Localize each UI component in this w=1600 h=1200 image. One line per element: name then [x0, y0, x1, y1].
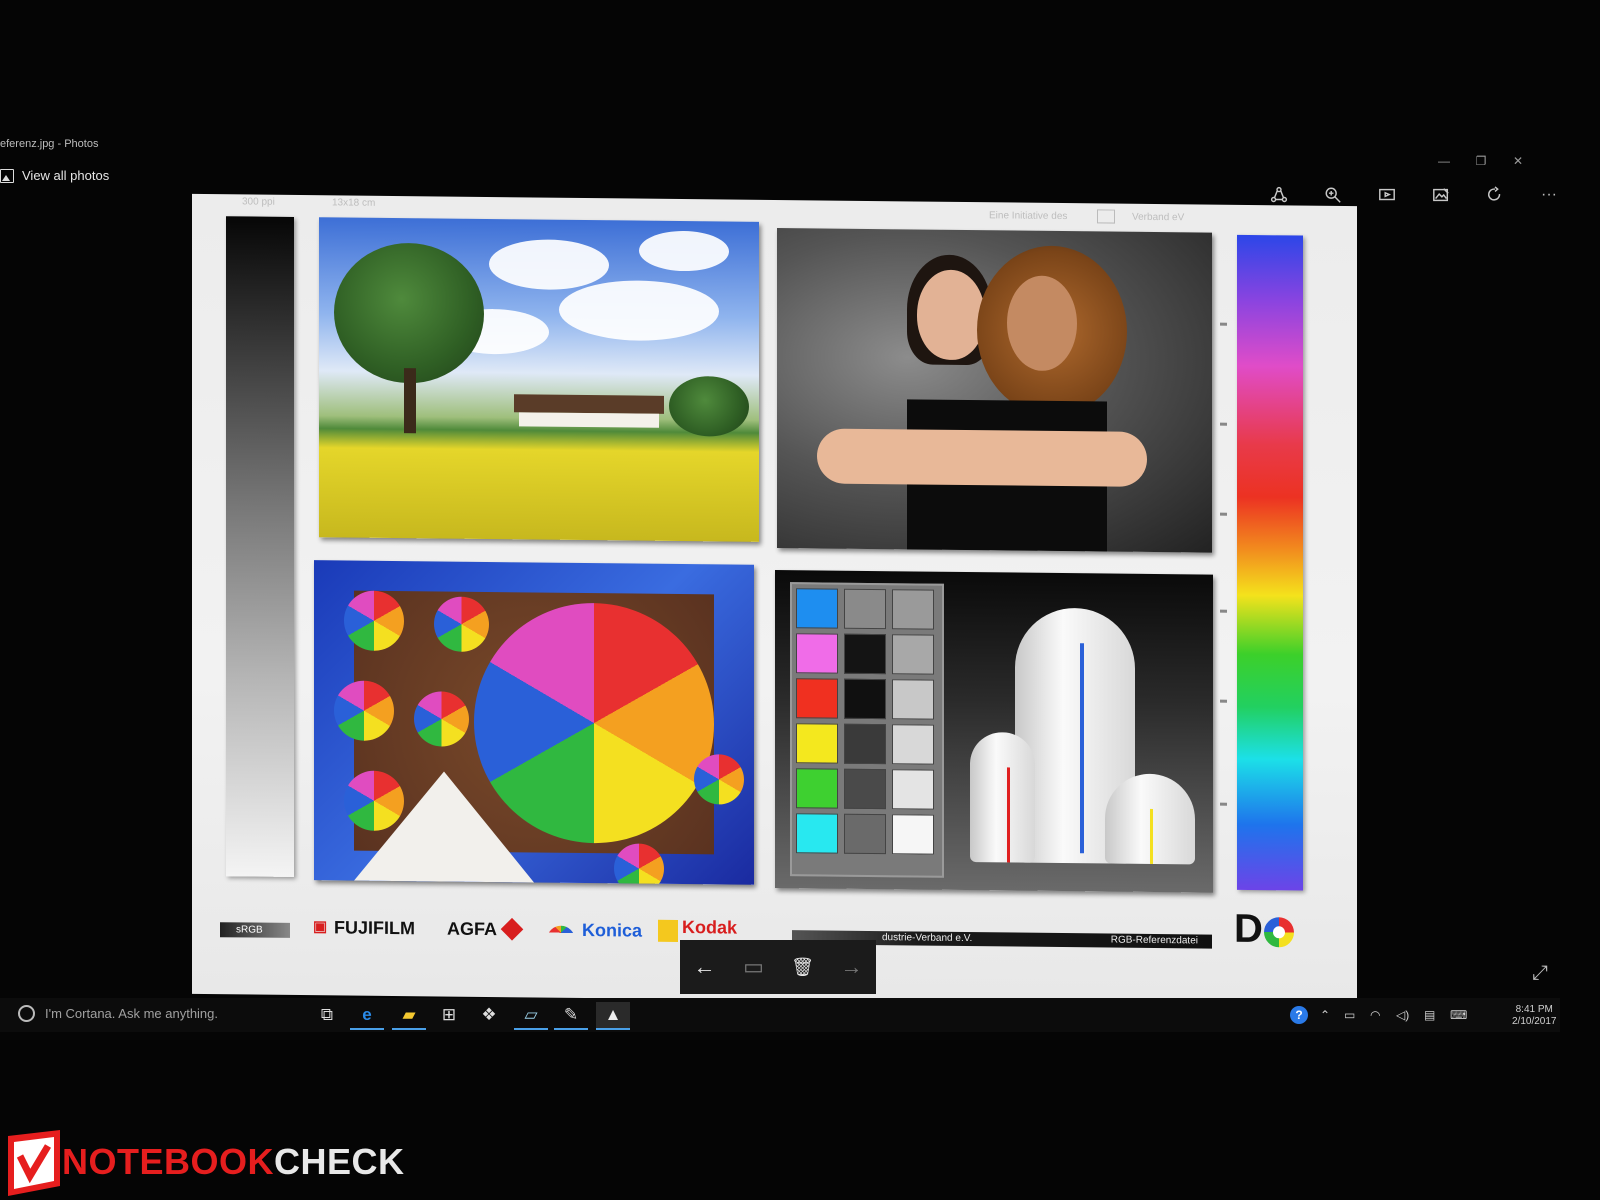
more-icon: ···: [1541, 186, 1557, 203]
verband-label: Verband eV: [1132, 211, 1185, 224]
agfa-rhombus: [500, 917, 524, 941]
do-logo-ring: [1264, 917, 1294, 948]
color-swatch: [844, 588, 886, 630]
konica-mark: [547, 925, 575, 940]
store-icon[interactable]: ⊞: [432, 1002, 466, 1028]
more-button[interactable]: ···: [1522, 182, 1576, 208]
portrait-photo: [777, 228, 1212, 553]
displayed-image: 300 ppi 13x18 cm Eine Initiative des Ver…: [192, 193, 1357, 1007]
color-swatch: [892, 814, 934, 855]
minimize-button[interactable]: —: [1431, 154, 1457, 168]
do-logo: D: [1234, 906, 1263, 952]
greyscale-gradient: [226, 216, 294, 877]
color-checker-photo: [775, 570, 1213, 893]
agfa-logo: AGFA: [447, 918, 498, 940]
cortana-placeholder: I'm Cortana. Ask me anything.: [45, 1006, 219, 1021]
zoom-button[interactable]: [1306, 182, 1360, 208]
verband-logo: [1097, 209, 1115, 224]
photos-app-icon[interactable]: ▲: [596, 1002, 630, 1030]
konica-logo: Konica: [582, 919, 643, 941]
file-explorer-icon[interactable]: ▰: [392, 1002, 426, 1030]
color-swatch: [892, 769, 934, 810]
ppi-label: 300 ppi: [242, 196, 275, 208]
cortana-search-box[interactable]: I'm Cortana. Ask me anything.: [18, 1005, 218, 1022]
spectrum-gradient: [1237, 234, 1303, 891]
rotate-button[interactable]: [1468, 182, 1522, 208]
color-swatch: [796, 723, 838, 764]
initiative-label: Eine Initiative des: [989, 210, 1068, 223]
landscape-photo: [319, 217, 759, 542]
taskbar-clock[interactable]: 8:41 PM 2/10/2017: [1512, 1004, 1557, 1028]
slideshow-icon[interactable]: ▭: [734, 947, 774, 987]
fujifilm-logo: FUJIFILM: [334, 917, 415, 939]
color-swatch: [892, 724, 934, 765]
color-checker-panel: [790, 582, 944, 878]
paint-app-icon[interactable]: ✎: [554, 1002, 588, 1030]
kodak-logo: Kodak: [682, 917, 738, 938]
notes-app-icon[interactable]: ▱: [514, 1002, 548, 1030]
color-swatch: [796, 768, 838, 809]
pinwheel-photo: [314, 560, 754, 885]
banner-right-text: RGB-Referenzdatei: [1110, 934, 1198, 947]
color-swatch: [844, 723, 886, 765]
view-all-photos-link[interactable]: View all photos: [0, 168, 109, 183]
photos-icon: [0, 168, 14, 183]
navigation-overlay: ← ▭ 🗑 →: [680, 940, 876, 994]
previous-arrow-icon[interactable]: ←: [685, 947, 725, 987]
color-swatch: [844, 768, 886, 810]
task-view-icon[interactable]: ⧉: [310, 1002, 344, 1028]
help-icon[interactable]: ?: [1290, 1006, 1308, 1024]
tray-chevron-icon[interactable]: ⌃: [1320, 1008, 1330, 1022]
slideshow-icon: [1379, 188, 1395, 201]
view-all-photos-label: View all photos: [22, 168, 110, 183]
color-swatch: [892, 679, 934, 720]
slideshow-button[interactable]: [1360, 182, 1414, 208]
logo-part-check: CHECK: [274, 1141, 405, 1182]
logo-part-notebook: NOTEBOOK: [62, 1141, 275, 1182]
wifi-icon[interactable]: ◠: [1370, 1008, 1380, 1022]
notebookcheck-shield-icon: [8, 1130, 60, 1196]
dropbox-icon[interactable]: ❖: [472, 1002, 506, 1028]
cortana-icon: [18, 1005, 35, 1022]
delete-icon[interactable]: 🗑: [783, 947, 823, 987]
expand-icon[interactable]: ⤢: [1532, 962, 1548, 985]
color-swatch: [844, 678, 886, 720]
volume-icon[interactable]: ◁): [1396, 1008, 1409, 1022]
clock-time: 8:41 PM: [1515, 1004, 1553, 1015]
clock-date: 2/10/2017: [1512, 1016, 1557, 1027]
next-arrow-icon[interactable]: →: [832, 947, 872, 987]
edit-icon: [1433, 188, 1449, 202]
battery-icon[interactable]: ▭: [1344, 1008, 1355, 1022]
window-title: eferenz.jpg - Photos: [0, 138, 99, 150]
rotate-icon: [1488, 186, 1501, 201]
keyboard-icon[interactable]: ⌨: [1450, 1008, 1467, 1022]
share-icon: [1270, 186, 1288, 203]
color-swatch: [796, 633, 838, 674]
close-button[interactable]: ✕: [1505, 154, 1531, 168]
zoom-icon: [1325, 187, 1341, 203]
color-swatch: [796, 588, 838, 629]
color-swatch: [892, 634, 934, 675]
color-swatch: [844, 813, 886, 855]
restore-button[interactable]: ❐: [1468, 154, 1494, 168]
color-swatch: [892, 589, 934, 630]
color-swatch: [796, 813, 838, 854]
color-swatch: [796, 678, 838, 719]
edge-browser-icon[interactable]: e: [350, 1002, 384, 1030]
edit-button[interactable]: [1414, 182, 1468, 208]
size-label: 13x18 cm: [332, 197, 376, 209]
srgb-label: sRGB: [220, 922, 290, 938]
banner-left-text: dustrie-Verband e.V.: [882, 932, 973, 945]
action-center-icon[interactable]: ▤: [1424, 1008, 1435, 1022]
notebookcheck-logo: NOTEBOOKCHECK: [62, 1141, 405, 1183]
kodak-mark: [658, 919, 678, 942]
color-swatch: [844, 633, 886, 675]
fujifilm-mark: ▣: [313, 918, 328, 936]
